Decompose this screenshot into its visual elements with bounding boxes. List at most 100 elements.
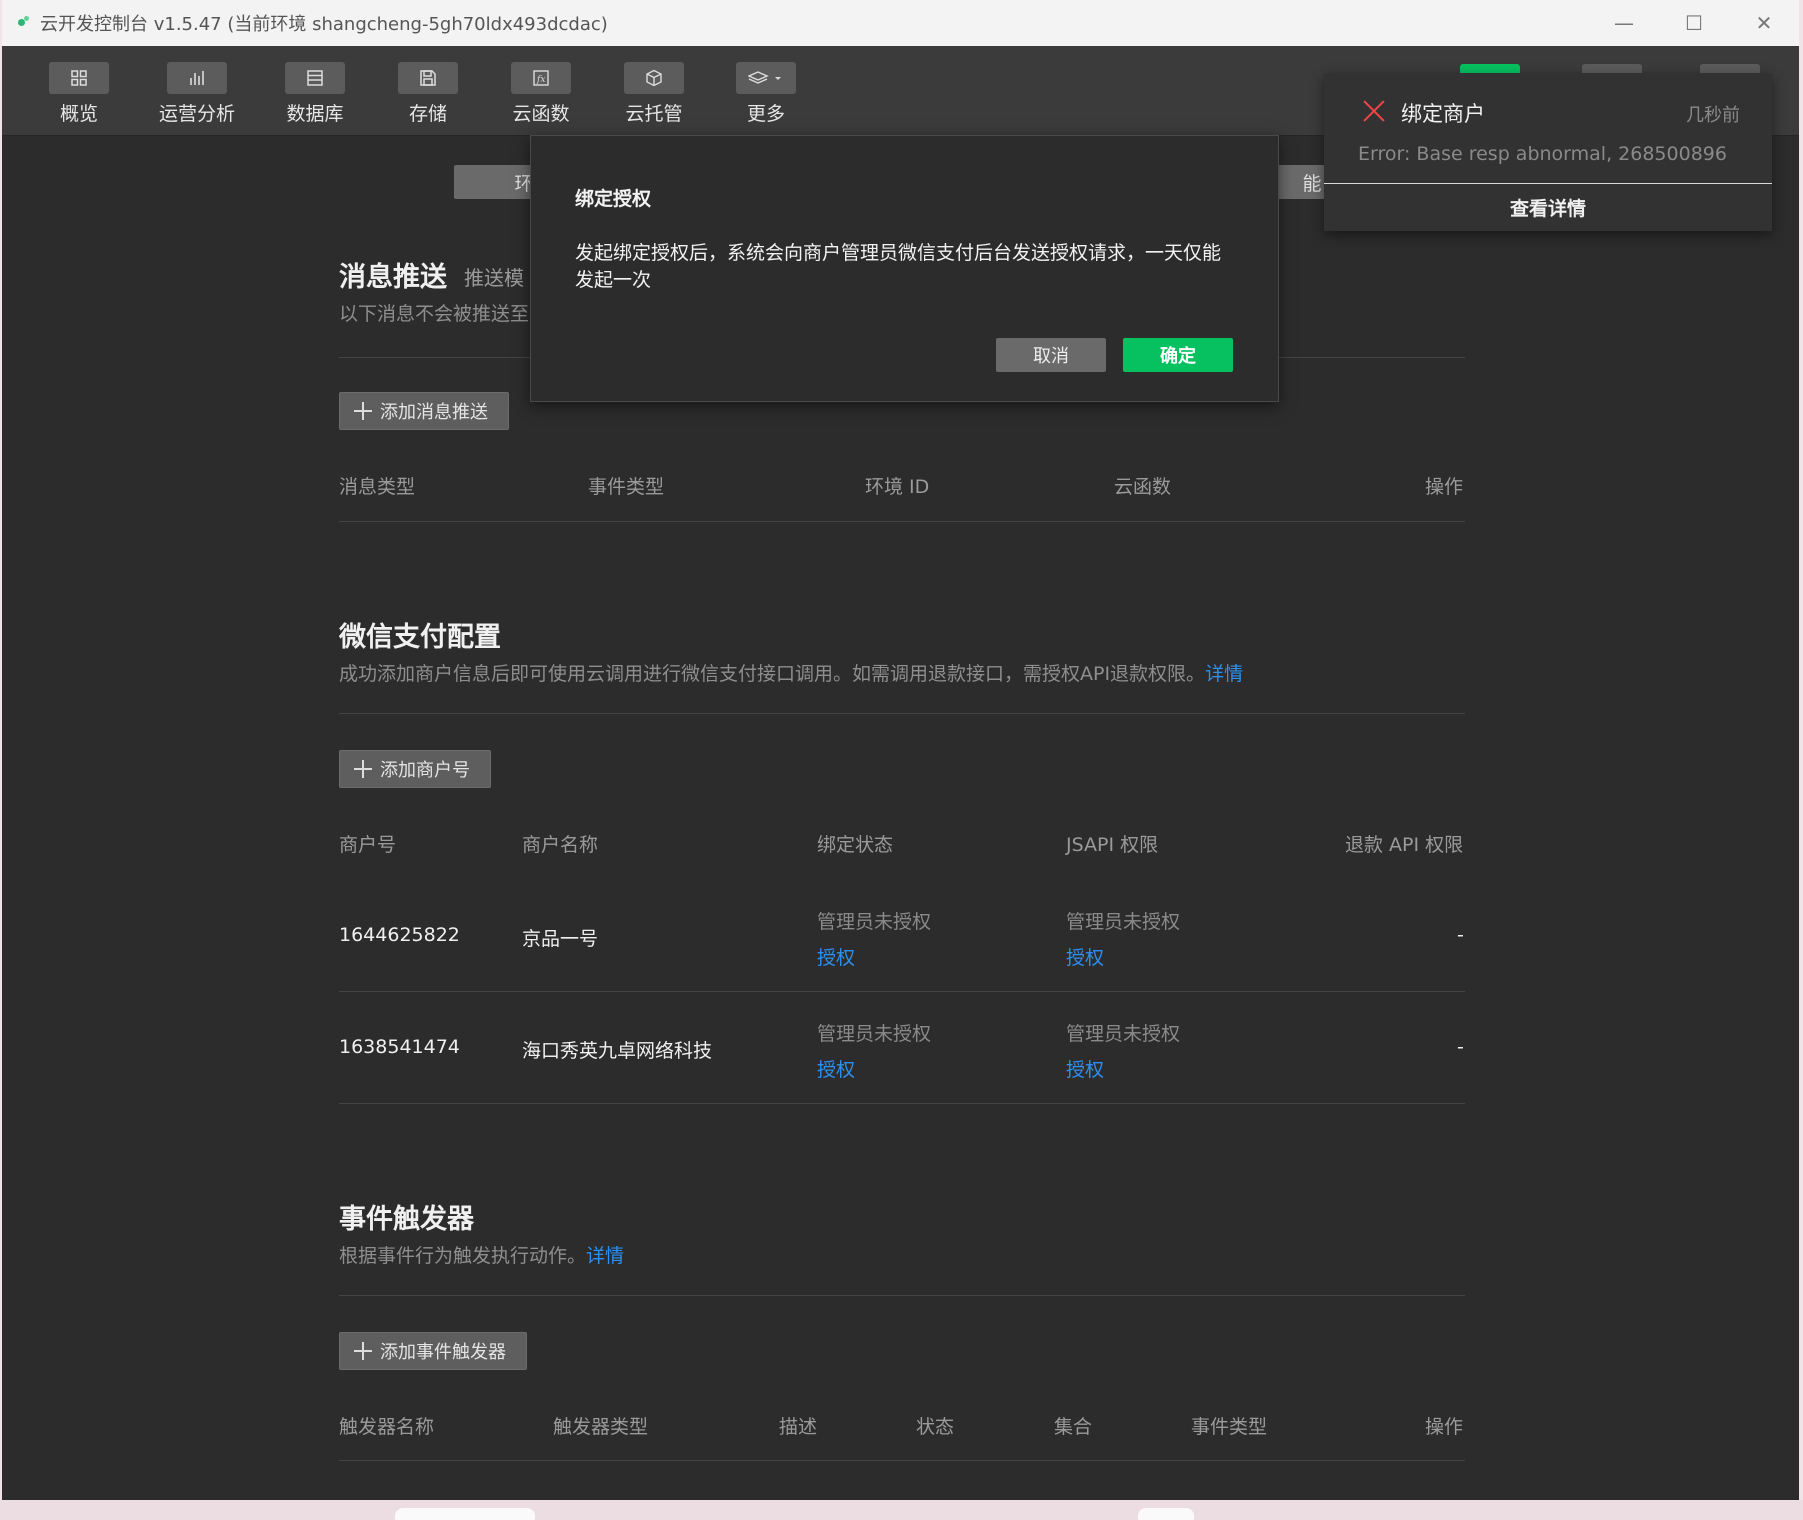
layers-icon <box>736 62 796 94</box>
divider <box>339 1103 1465 1104</box>
column-header: 商户名称 <box>522 834 599 856</box>
toolbar-item-functions[interactable]: fx 云函数 <box>486 62 596 126</box>
divider <box>339 521 1465 522</box>
dialog-title: 绑定授权 <box>575 188 652 210</box>
merchant-name: 海口秀英九卓网络科技 <box>522 1040 713 1062</box>
error-close-icon <box>1362 99 1386 123</box>
wechat-pay-desc: 成功添加商户信息后即可使用云调用进行微信支付接口调用。如需调用退款接口，需授权A… <box>339 659 1243 686</box>
column-header: 操作 <box>1425 476 1464 498</box>
event-trigger-desc: 根据事件行为触发执行动作。详情 <box>339 1241 624 1268</box>
column-header: 环境 ID <box>865 476 930 498</box>
details-link[interactable]: 详情 <box>1205 663 1243 685</box>
toolbar-label: 概览 <box>59 103 98 125</box>
toolbar-item-overview[interactable]: 概览 <box>24 62 134 126</box>
merchant-name: 京品一号 <box>522 928 599 950</box>
column-header: 集合 <box>1054 1416 1093 1438</box>
bind-status: 管理员未授权 <box>817 911 932 933</box>
column-header: JSAPI 权限 <box>1066 834 1159 856</box>
bind-authorization-dialog: 绑定授权 发起绑定授权后，系统会向商户管理员微信支付后台发送授权请求，一天仅能发… <box>530 135 1279 402</box>
jsapi-authorize-link[interactable]: 授权 <box>1066 943 1104 970</box>
cancel-button[interactable]: 取消 <box>996 338 1106 372</box>
column-header: 事件类型 <box>1191 1416 1268 1438</box>
toolbar-label: 数据库 <box>286 103 344 125</box>
plus-icon <box>354 1342 372 1360</box>
refund-permission: - <box>1457 924 1464 946</box>
toolbar-item-analytics[interactable]: 运营分析 <box>142 62 252 126</box>
jsapi-status: 管理员未授权 <box>1066 1023 1181 1045</box>
bind-status: 管理员未授权 <box>817 1023 932 1045</box>
bind-authorize-link[interactable]: 授权 <box>817 1055 855 1082</box>
button-label: 添加商户号 <box>380 760 470 781</box>
cube-icon <box>624 62 684 94</box>
notification-message: Error: Base resp abnormal, 268500896 <box>1358 143 1727 165</box>
desc-text: 根据事件行为触发执行动作。 <box>339 1245 587 1267</box>
taskbar-strip <box>0 1500 1803 1520</box>
column-header: 消息类型 <box>339 476 416 498</box>
toolbar-label: 存储 <box>408 103 447 125</box>
button-label: 添加事件触发器 <box>380 1342 506 1363</box>
bar-chart-icon <box>167 62 227 94</box>
details-link[interactable]: 详情 <box>586 1245 624 1267</box>
maximize-icon[interactable]: ☐ <box>1659 0 1729 46</box>
function-icon: fx <box>511 62 571 94</box>
tab-label: 能 <box>1302 172 1322 195</box>
close-icon[interactable]: ✕ <box>1729 0 1799 46</box>
toolbar-item-cloudrun[interactable]: 云托管 <box>599 62 709 126</box>
window-controls: — ☐ ✕ <box>1589 0 1799 46</box>
add-merchant-button[interactable]: 添加商户号 <box>339 750 491 788</box>
bind-authorize-link[interactable]: 授权 <box>817 943 855 970</box>
section-title-wechat-pay: 微信支付配置 <box>339 622 501 653</box>
notification-time: 几秒前 <box>1686 105 1740 126</box>
column-header: 商户号 <box>339 834 397 856</box>
column-header: 退款 API 权限 <box>1345 834 1464 856</box>
column-header: 状态 <box>916 1416 955 1438</box>
toolbar-label: 运营分析 <box>158 103 235 125</box>
merchant-id: 1644625822 <box>339 924 460 946</box>
floppy-icon <box>398 62 458 94</box>
error-notification: 绑定商户 几秒前 Error: Base resp abnormal, 2685… <box>1324 73 1772 231</box>
toolbar-label: 更多 <box>746 103 785 125</box>
divider <box>339 1295 1465 1296</box>
taskbar-tab[interactable] <box>1138 1508 1194 1520</box>
app-window: 云开发控制台 v1.5.47 (当前环境 shangcheng-5gh70ldx… <box>2 0 1799 1500</box>
grid-icon <box>49 62 109 94</box>
window-title: 云开发控制台 v1.5.47 (当前环境 shangcheng-5gh70ldx… <box>40 14 608 35</box>
toolbar-item-storage[interactable]: 存储 <box>373 62 483 126</box>
divider <box>339 991 1465 992</box>
divider <box>339 713 1465 714</box>
toolbar-label: 云托管 <box>625 103 683 125</box>
column-header: 操作 <box>1425 1416 1464 1438</box>
divider <box>339 1460 1465 1461</box>
jsapi-authorize-link[interactable]: 授权 <box>1066 1055 1104 1082</box>
notification-title: 绑定商户 <box>1401 102 1485 126</box>
add-message-push-button[interactable]: 添加消息推送 <box>339 392 509 430</box>
column-header: 描述 <box>779 1416 818 1438</box>
svg-text:fx: fx <box>536 75 545 85</box>
view-details-button[interactable]: 查看详情 <box>1324 184 1772 231</box>
message-push-desc: 以下消息不会被推送至 <box>339 303 530 325</box>
app-logo-icon <box>16 15 32 31</box>
desc-text: 成功添加商户信息后即可使用云调用进行微信支付接口调用。如需调用退款接口，需授权A… <box>339 663 1206 685</box>
column-header: 触发器名称 <box>339 1416 435 1438</box>
merchant-id: 1638541474 <box>339 1036 460 1058</box>
dialog-body: 发起绑定授权后，系统会向商户管理员微信支付后台发送授权请求，一天仅能发起一次 <box>575 242 1222 291</box>
taskbar-tab[interactable] <box>395 1508 535 1520</box>
toolbar-label: 云函数 <box>512 103 570 125</box>
minimize-icon[interactable]: — <box>1589 0 1659 46</box>
button-label: 添加消息推送 <box>380 402 488 423</box>
plus-icon <box>354 402 372 420</box>
message-push-subtitle: 推送模 <box>464 266 524 290</box>
section-title-event-trigger: 事件触发器 <box>339 1204 474 1235</box>
toolbar-item-more[interactable]: 更多 <box>711 62 821 126</box>
jsapi-status: 管理员未授权 <box>1066 911 1181 933</box>
column-header: 云函数 <box>1114 476 1172 498</box>
refund-permission: - <box>1457 1036 1464 1058</box>
confirm-button[interactable]: 确定 <box>1123 338 1233 372</box>
toolbar-item-database[interactable]: 数据库 <box>260 62 370 126</box>
section-title-message-push: 消息推送 <box>339 262 447 293</box>
plus-icon <box>354 760 372 778</box>
title-bar: 云开发控制台 v1.5.47 (当前环境 shangcheng-5gh70ldx… <box>2 0 1799 46</box>
add-event-trigger-button[interactable]: 添加事件触发器 <box>339 1332 527 1370</box>
column-header: 事件类型 <box>588 476 665 498</box>
column-header: 绑定状态 <box>817 834 894 856</box>
